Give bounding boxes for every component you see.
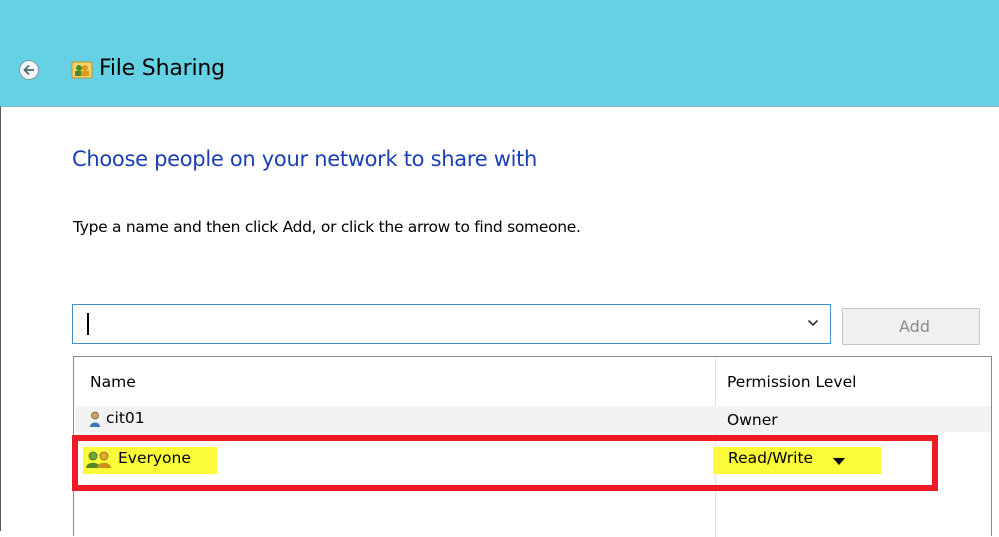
title-bar: File Sharing bbox=[0, 0, 999, 107]
window-title: File Sharing bbox=[99, 56, 225, 81]
file-sharing-icon bbox=[71, 61, 93, 79]
list-item[interactable]: cit01 Owner bbox=[75, 406, 991, 432]
back-button[interactable] bbox=[19, 60, 39, 80]
back-arrow-icon bbox=[23, 64, 34, 76]
list-item-name: Everyone bbox=[118, 449, 191, 467]
sharing-list: Name Permission Level cit01 Owner Everyo… bbox=[73, 356, 992, 537]
column-header-name[interactable]: Name bbox=[90, 373, 136, 391]
list-item-name: cit01 bbox=[106, 409, 145, 427]
window-left-border bbox=[0, 106, 1, 531]
column-header-permission[interactable]: Permission Level bbox=[727, 373, 856, 391]
name-input[interactable] bbox=[79, 311, 783, 339]
list-item[interactable]: Everyone Read/Write bbox=[75, 444, 991, 476]
group-icon bbox=[86, 451, 111, 468]
dropdown-triangle-icon[interactable] bbox=[832, 457, 846, 466]
list-item-permission: Owner bbox=[727, 411, 778, 429]
chevron-down-icon[interactable] bbox=[807, 318, 819, 328]
user-icon bbox=[90, 411, 100, 427]
name-combobox[interactable] bbox=[72, 304, 831, 344]
page-heading: Choose people on your network to share w… bbox=[72, 147, 538, 171]
instruction-text: Type a name and then click Add, or click… bbox=[73, 218, 581, 236]
add-button[interactable]: Add bbox=[842, 308, 980, 345]
permission-dropdown[interactable]: Read/Write bbox=[728, 449, 813, 467]
text-cursor bbox=[87, 313, 89, 335]
